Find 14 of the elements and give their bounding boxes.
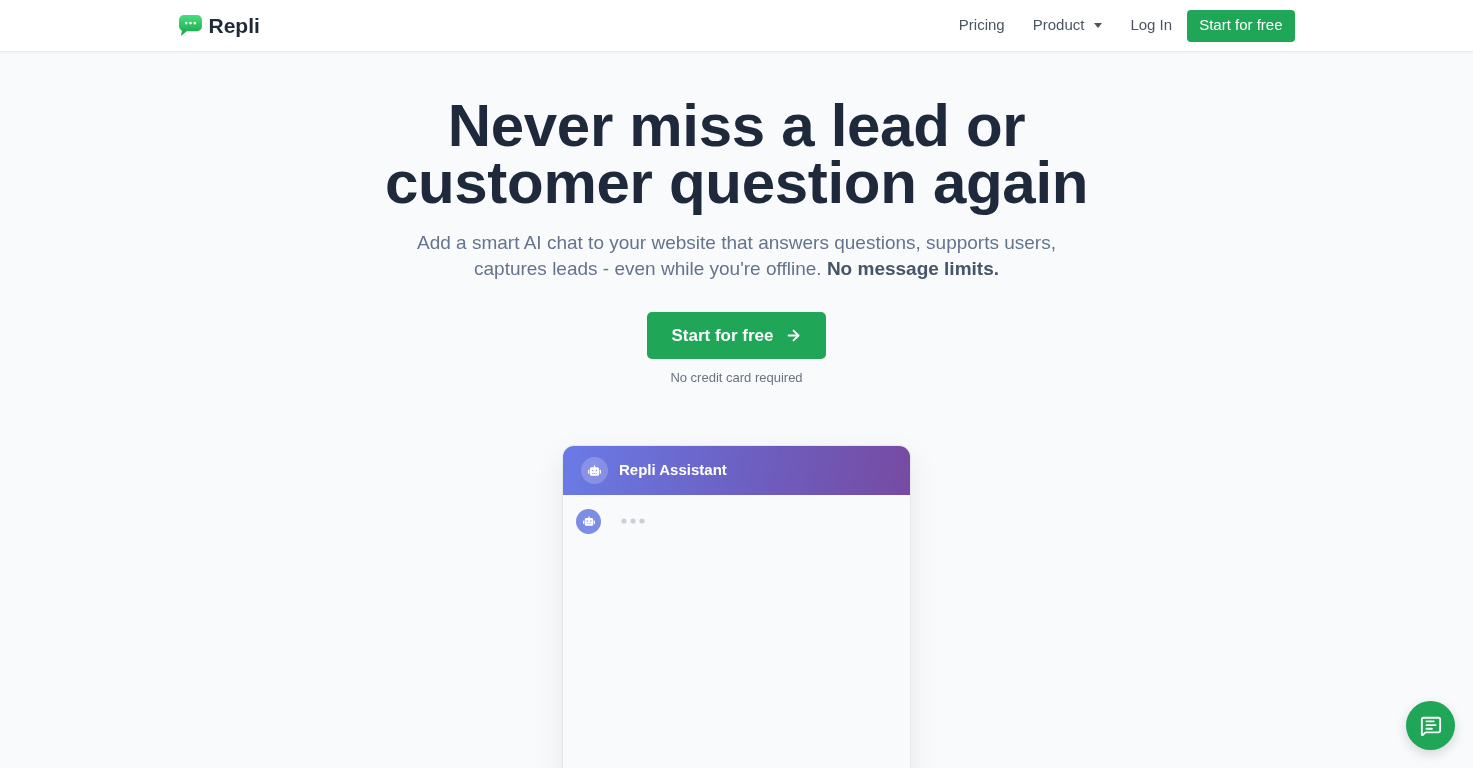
logo-text[interactable]: Repli (208, 9, 260, 42)
robot-avatar-icon (581, 456, 608, 484)
chat-title: Repli Assistant (619, 459, 727, 480)
no-credit-card-note: No credit card required (670, 369, 803, 387)
chat-bubble-logo-icon (178, 15, 202, 36)
message-icon (1419, 714, 1442, 737)
chat-launcher-button[interactable] (1406, 701, 1455, 750)
nav-dropdown[interactable]: Product (1018, 14, 1117, 37)
robot-avatar-icon (576, 508, 601, 534)
nav-link[interactable]: Pricing (944, 14, 1019, 37)
hero-subtitle: Add a smart AI chat to your website that answers questions, supports users, captures leads - even while you're offline. No message limits. (416, 231, 1057, 281)
nav-link[interactable]: Log In (1116, 14, 1187, 37)
caret-down-icon (1094, 23, 1103, 28)
typing-dots-icon (621, 518, 645, 524)
